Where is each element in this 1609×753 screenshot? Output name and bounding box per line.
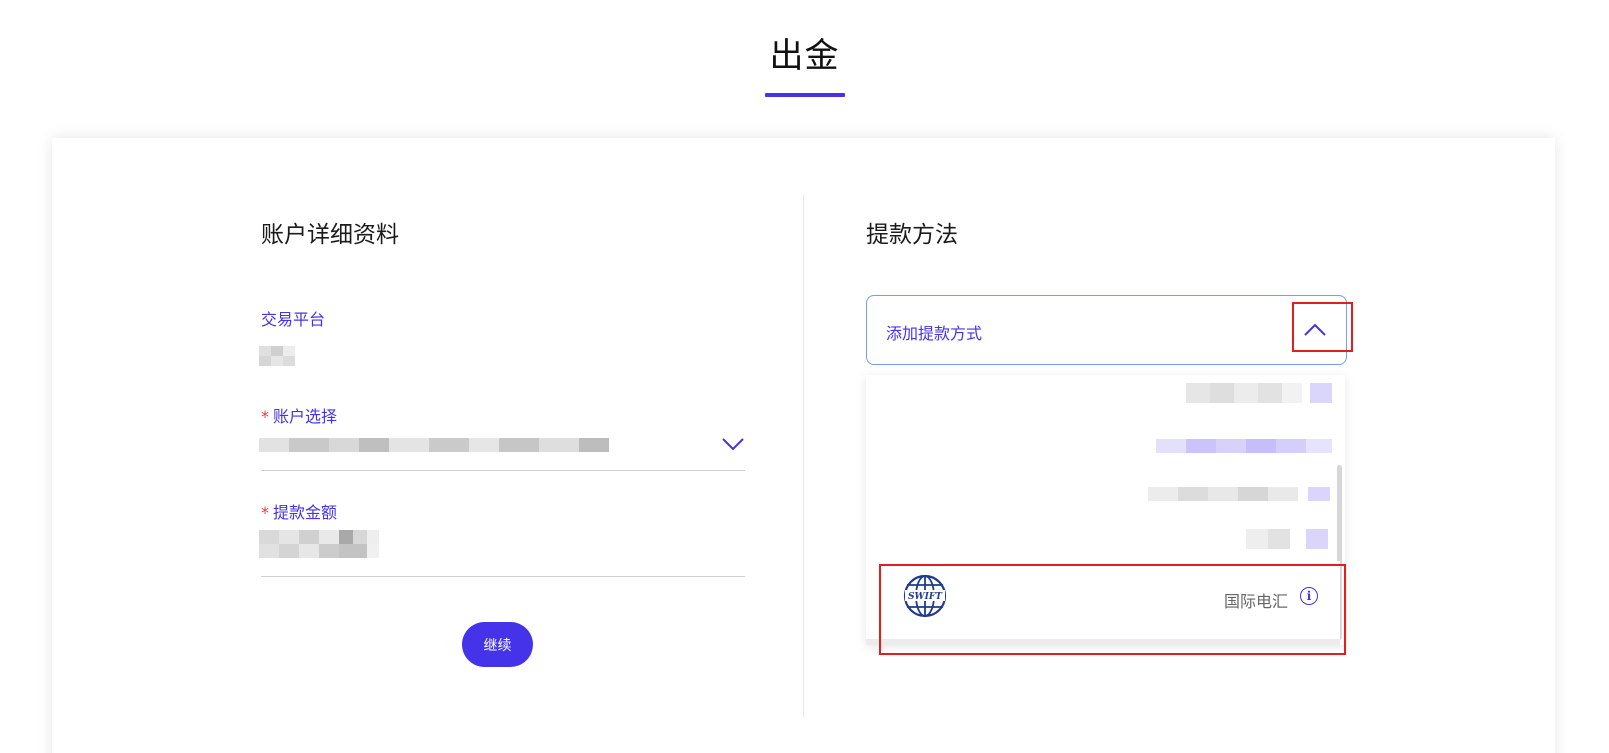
required-marker: * [261, 407, 269, 426]
account-select-underline [261, 470, 745, 471]
chevron-down-icon[interactable] [721, 436, 745, 456]
select-placeholder: 添加提款方式 [886, 324, 983, 343]
option-redacted[interactable] [1246, 527, 1338, 551]
platform-label: 交易平台 [261, 310, 326, 329]
highlight-box-chevron [1292, 302, 1353, 352]
account-details-title: 账户详细资料 [261, 222, 399, 248]
withdrawal-method-title: 提款方法 [866, 222, 958, 248]
highlight-box-swift-option [879, 564, 1346, 655]
amount-value-redacted[interactable] [259, 530, 379, 558]
continue-button[interactable]: 继续 [462, 622, 533, 667]
withdrawal-method-select[interactable]: 添加提款方式 [866, 295, 1347, 365]
amount-underline [261, 576, 745, 577]
amount-label-text: 提款金额 [273, 503, 338, 522]
amount-label: * 提款金额 [261, 499, 337, 523]
option-redacted[interactable] [1156, 437, 1336, 457]
account-select-label-text: 账户选择 [273, 407, 338, 426]
page-title: 出金 [769, 36, 840, 76]
active-tab-indicator [765, 93, 845, 97]
column-divider [803, 195, 804, 717]
account-select-label: * 账户选择 [261, 403, 337, 427]
platform-value-redacted [259, 346, 295, 366]
account-select-value-redacted[interactable] [259, 435, 609, 455]
required-marker: * [261, 503, 269, 522]
option-redacted[interactable] [1148, 485, 1338, 505]
option-redacted[interactable] [1186, 381, 1336, 405]
page: 出金 账户详细资料 交易平台 * 账户选择 * 提款金额 继续 提款方法 添加提… [0, 0, 1609, 753]
